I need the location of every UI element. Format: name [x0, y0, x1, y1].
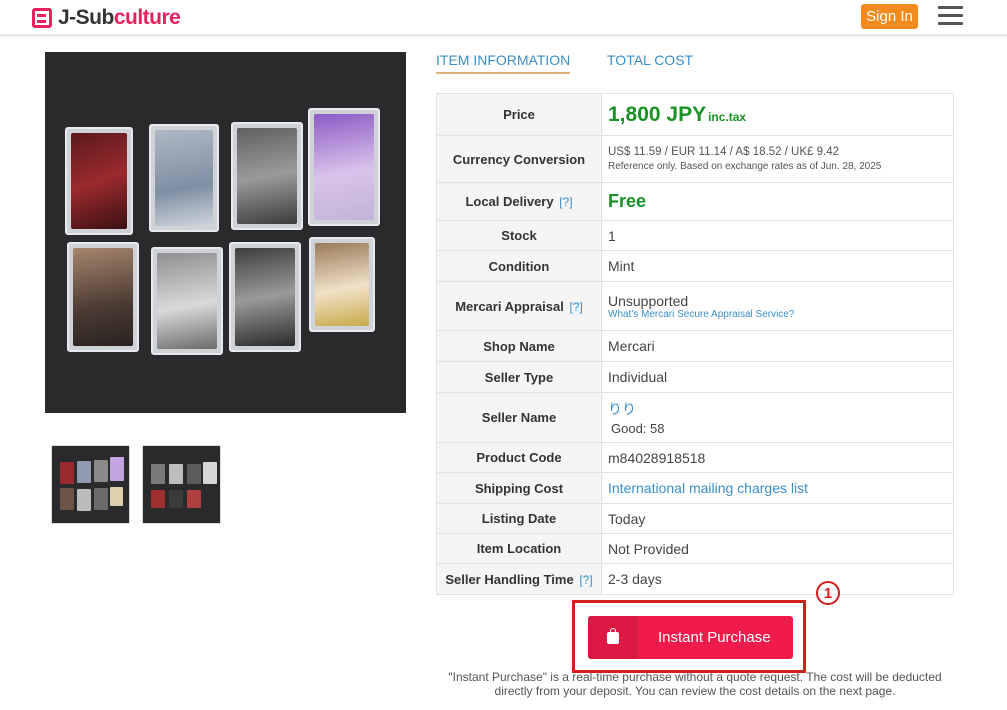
condition-value: Mint — [601, 250, 954, 282]
listing-date-value: Today — [601, 503, 954, 534]
appraisal-label: Mercari Appraisal — [455, 298, 564, 314]
table-row: Seller Type Individual — [436, 361, 954, 393]
shop-label: Shop Name — [436, 330, 602, 362]
handling-label: Seller Handling Time — [445, 571, 574, 587]
photocard — [231, 122, 303, 230]
price-label: Price — [436, 93, 602, 136]
appraisal-value: Unsupported — [608, 292, 689, 309]
delivery-help-link[interactable]: [?] — [559, 195, 572, 209]
handling-help-link[interactable]: [?] — [579, 573, 592, 587]
thumbnail-1[interactable] — [51, 445, 130, 524]
table-row: Product Code m84028918518 — [436, 442, 954, 473]
photocard — [308, 108, 380, 226]
photocard — [229, 242, 301, 352]
shopping-bag-icon — [588, 616, 638, 659]
currency-values: US$ 11.59 / EUR 11.14 / A$ 18.52 / UK£ 9… — [608, 146, 839, 158]
photocard — [309, 237, 375, 332]
table-row: Item Location Not Provided — [436, 533, 954, 564]
table-row: Stock 1 — [436, 220, 954, 251]
listing-date-label: Listing Date — [436, 503, 602, 534]
seller-name-label: Seller Name — [436, 392, 602, 443]
step-badge: 1 — [816, 581, 840, 605]
delivery-value: Free — [608, 191, 647, 211]
photocard — [67, 242, 139, 352]
table-row: Shipping Cost International mailing char… — [436, 472, 954, 504]
appraisal-help-link[interactable]: [?] — [569, 300, 582, 314]
site-header: J-Subculture Sign In — [0, 0, 1007, 36]
logo-text: J-Subculture — [58, 6, 181, 29]
price-value: 1,800 JPY — [608, 102, 707, 126]
site-logo[interactable]: J-Subculture — [32, 6, 181, 29]
instant-purchase-label: Instant Purchase — [658, 629, 771, 646]
handling-value: 2-3 days — [601, 563, 954, 595]
table-row: Local Delivery [?] Free — [436, 182, 954, 221]
instant-purchase-button[interactable]: Instant Purchase — [588, 616, 793, 659]
table-row: Seller Name りり Good: 58 — [436, 392, 954, 443]
location-label: Item Location — [436, 533, 602, 564]
table-row: Price 1,800 JPY inc.tax — [436, 93, 954, 136]
menu-icon[interactable] — [938, 6, 963, 26]
shipping-label: Shipping Cost — [436, 472, 602, 504]
tab-item-information[interactable]: ITEM INFORMATION — [436, 52, 571, 74]
table-row: Currency Conversion US$ 11.59 / EUR 11.1… — [436, 135, 954, 183]
photocard — [149, 124, 219, 232]
shop-value: Mercari — [601, 330, 954, 362]
seller-type-label: Seller Type — [436, 361, 602, 393]
product-code-label: Product Code — [436, 442, 602, 473]
table-row: Mercari Appraisal [?] Unsupported What's… — [436, 281, 954, 331]
thumbnail-2[interactable] — [142, 445, 221, 524]
product-code-value: m84028918518 — [601, 442, 954, 473]
table-row: Shop Name Mercari — [436, 330, 954, 362]
seller-type-value: Individual — [601, 361, 954, 393]
appraisal-info-link[interactable]: What's Mercari Secure Appraisal Service? — [608, 309, 953, 320]
shipping-charges-link[interactable]: International mailing charges list — [608, 480, 808, 496]
item-info-table: Price 1,800 JPY inc.tax Currency Conversi… — [436, 93, 954, 595]
table-row: Seller Handling Time [?] 2-3 days — [436, 563, 954, 595]
logo-icon — [32, 8, 52, 28]
stock-label: Stock — [436, 220, 602, 251]
condition-label: Condition — [436, 250, 602, 282]
main-product-image[interactable] — [45, 52, 406, 413]
table-row: Listing Date Today — [436, 503, 954, 534]
purchase-note: "Instant Purchase" is a real-time purcha… — [448, 670, 942, 698]
photocard — [65, 127, 133, 235]
seller-rating: Good: 58 — [611, 421, 665, 436]
delivery-label: Local Delivery — [465, 194, 554, 209]
currency-label: Currency Conversion — [436, 135, 602, 183]
currency-note: Reference only. Based on exchange rates … — [608, 161, 882, 172]
location-value: Not Provided — [601, 533, 954, 564]
stock-value: 1 — [601, 220, 954, 251]
tab-total-cost[interactable]: TOTAL COST — [607, 52, 693, 68]
price-tax-note: inc.tax — [708, 109, 747, 124]
seller-name-link[interactable]: りり — [608, 399, 953, 419]
sign-in-button[interactable]: Sign In — [861, 4, 918, 29]
photocard — [151, 247, 223, 355]
table-row: Condition Mint — [436, 250, 954, 282]
